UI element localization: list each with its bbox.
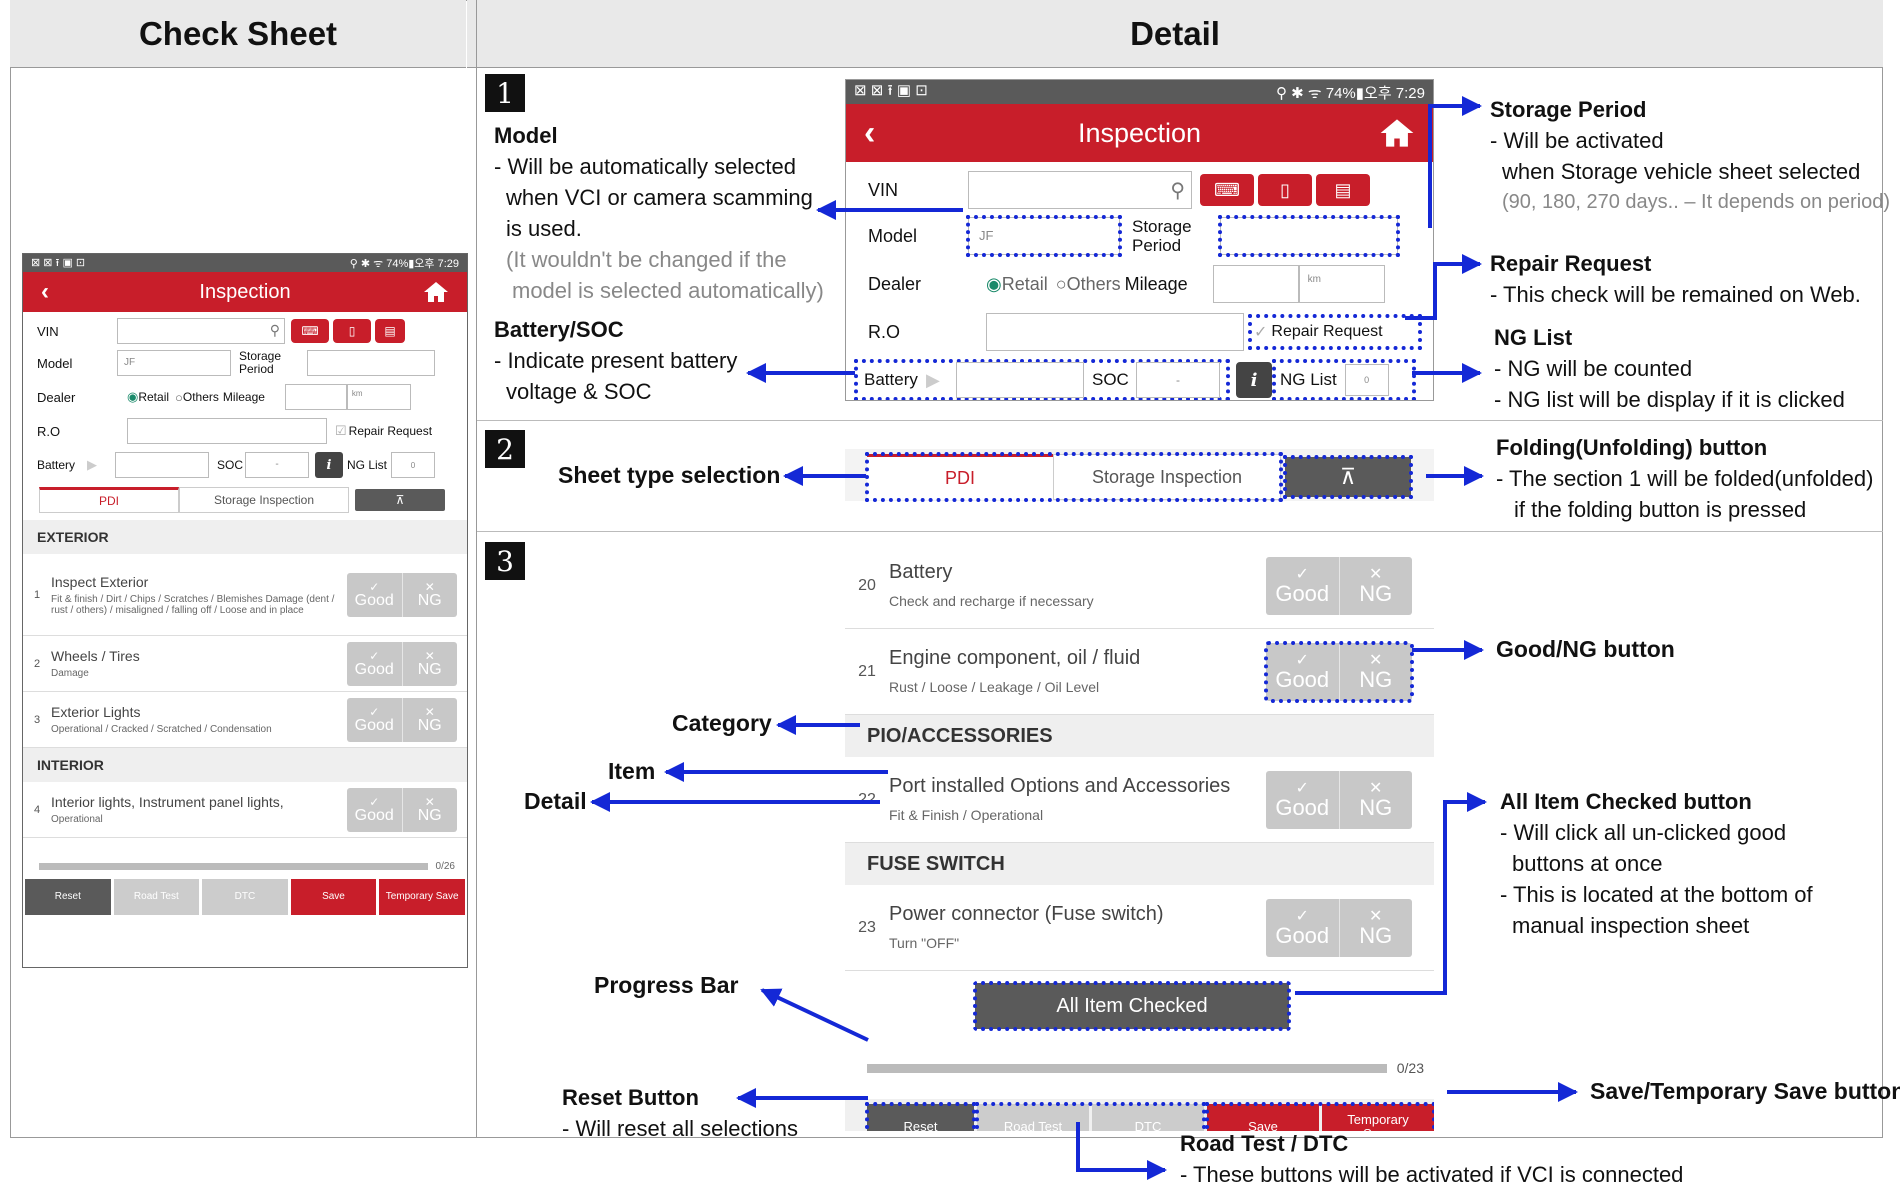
annotation-model-note: model is selected automatically) [512,278,824,303]
page: Check Sheet Detail 1 2 3 ⊠ ⊠ ⭱ ▣ ⊡ ⚲ ✱ ᯤ… [0,0,1900,1187]
annotation-model: Model - Will be automatically selected w… [494,120,824,306]
annotation-folding: Folding(Unfolding) button - The section … [1496,432,1873,525]
annotation-sheet-type: Sheet type selection [558,462,781,488]
annotation-nglist-title: NG List [1494,325,1573,350]
annotation-detail: Detail [524,788,587,814]
arrow-repair [1405,254,1482,320]
annotation-model-line: is used. [506,216,582,241]
annotation-road-title: Road Test / DTC [1180,1131,1349,1156]
annotation-all-checked-line: buttons at once [1512,851,1663,876]
arrow-progress [760,988,869,1042]
annotation-repair-title: Repair Request [1490,251,1652,276]
annotation-model-line: - Will be automatically selected [494,154,797,179]
annotation-all-checked: All Item Checked button - Will click all… [1500,786,1813,941]
arrow-storage [1428,96,1482,228]
annotation-all-checked-line: - Will click all un-clicked good [1500,820,1787,845]
annotation-storage-note: (90, 180, 270 days.. – It depends on per… [1502,191,1891,213]
annotation-reset-title: Reset Button [562,1085,699,1110]
annotation-reset-line: - Will reset all selections [562,1116,798,1141]
annotation-storage: Storage Period - Will be activated when … [1490,94,1890,218]
annotation-repair-line: - This check will be remained on Web. [1490,282,1861,307]
annotation-folding-line: - The section 1 will be folded(unfolded) [1496,466,1874,491]
annotation-storage-line: when Storage vehicle sheet selected [1502,159,1861,184]
annotation-folding-line: if the folding button is pressed [1514,497,1807,522]
arrow-road [1076,1122,1167,1180]
annotation-folding-title: Folding(Unfolding) button [1496,435,1768,460]
annotation-all-checked-title: All Item Checked button [1500,789,1752,814]
annotation-storage-title: Storage Period [1490,97,1647,122]
annotation-all-checked-line: - This is located at the bottom of [1500,882,1813,907]
annotation-nglist: NG List - NG will be counted - NG list w… [1494,322,1845,415]
annotation-item: Item [608,758,656,784]
annotation-battery-line: voltage & SOC [506,379,652,404]
annotation-model-note: (It wouldn't be changed if the [506,247,787,272]
annotation-road: Road Test / DTC - These buttons will be … [1180,1128,1683,1190]
arrow-all-checked [1295,792,1487,995]
annotation-repair: Repair Request - This check will be rema… [1490,248,1861,310]
annotation-reset: Reset Button - Will reset all selections [562,1082,798,1144]
annotation-category: Category [672,710,772,736]
annotation-battery-title: Battery/SOC [494,317,624,342]
annotation-model-title: Model [494,123,558,148]
annotation-progress: Progress Bar [594,972,739,998]
annotation-all-checked-line: manual inspection sheet [1512,913,1750,938]
annotation-road-line: - These buttons will be activated if VCI… [1180,1162,1684,1187]
annotation-save: Save/Temporary Save button [1590,1078,1900,1104]
annotation-model-line: when VCI or camera scamming [506,185,813,210]
annotation-storage-line: - Will be activated [1490,128,1664,153]
annotation-battery: Battery/SOC - Indicate present battery v… [494,314,737,407]
annotation-nglist-line: - NG list will be display if it is click… [1494,387,1845,412]
annotation-battery-line: - Indicate present battery [494,348,738,373]
annotation-nglist-line: - NG will be counted [1494,356,1693,381]
annotation-good-ng: Good/NG button [1496,636,1675,662]
